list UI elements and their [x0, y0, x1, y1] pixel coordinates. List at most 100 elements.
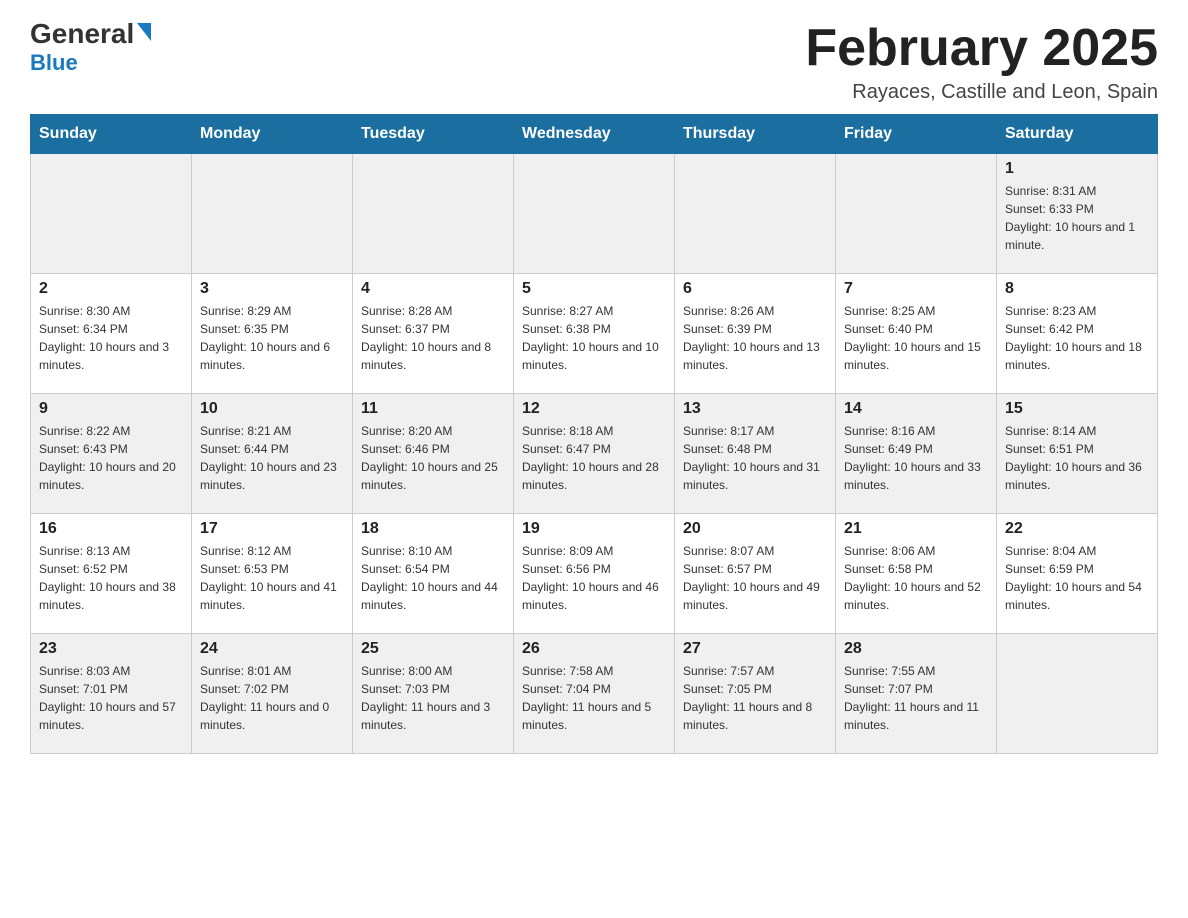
day-info: Sunrise: 8:16 AMSunset: 6:49 PMDaylight:… [844, 422, 988, 494]
day-info: Sunrise: 8:00 AMSunset: 7:03 PMDaylight:… [361, 662, 505, 734]
logo-text-blue: Blue [30, 50, 78, 76]
day-number: 14 [844, 400, 988, 418]
table-row: 14 Sunrise: 8:16 AMSunset: 6:49 PMDayligh… [836, 394, 997, 514]
table-row [997, 634, 1158, 754]
day-info: Sunrise: 8:03 AMSunset: 7:01 PMDaylight:… [39, 662, 183, 734]
table-row: 6Sunrise: 8:26 AMSunset: 6:39 PMDaylight… [675, 274, 836, 394]
calendar-table: Sunday Monday Tuesday Wednesday Thursday… [30, 114, 1158, 754]
day-number: 7 [844, 280, 988, 298]
day-info: Sunrise: 8:06 AMSunset: 6:58 PMDaylight:… [844, 542, 988, 614]
day-number: 19 [522, 520, 666, 538]
table-row: 2 Sunrise: 8:30 AMSunset: 6:34 PMDaylight… [31, 274, 192, 394]
month-title: February 2025 [805, 20, 1158, 77]
table-row [836, 154, 997, 274]
table-row: 26 Sunrise: 7:58 AMSunset: 7:04 PMDayligh… [514, 634, 675, 754]
table-row: 7 Sunrise: 8:25 AMSunset: 6:40 PMDaylight… [836, 274, 997, 394]
logo-text-general: General [30, 20, 134, 48]
table-row: 24 Sunrise: 8:01 AMSunset: 7:02 PMDayligh… [192, 634, 353, 754]
col-thursday: Thursday [675, 115, 836, 154]
table-row: 16Sunrise: 8:13 AMSunset: 6:52 PMDayligh… [31, 514, 192, 634]
table-row: 13 Sunrise: 8:17 AMSunset: 6:48 PMDayligh… [675, 394, 836, 514]
col-tuesday: Tuesday [353, 115, 514, 154]
col-sunday: Sunday [31, 115, 192, 154]
location-label: Rayaces, Castille and Leon, Spain [805, 81, 1158, 104]
table-row: 23 Sunrise: 8:03 AMSunset: 7:01 PMDayligh… [31, 634, 192, 754]
day-info: Sunrise: 8:29 AMSunset: 6:35 PMDaylight:… [200, 302, 344, 374]
day-info: Sunrise: 8:30 AMSunset: 6:34 PMDaylight:… [39, 302, 183, 374]
table-row: 1 Sunrise: 8:31 AMSunset: 6:33 PMDaylight… [997, 154, 1158, 274]
day-number: 22 [1005, 520, 1149, 538]
calendar-week-row: 9 Sunrise: 8:22 AMSunset: 6:43 PMDaylight… [31, 394, 1158, 514]
col-wednesday: Wednesday [514, 115, 675, 154]
day-number: 18 [361, 520, 505, 538]
day-number: 9 [39, 400, 183, 418]
table-row [675, 154, 836, 274]
calendar-week-row: 2 Sunrise: 8:30 AMSunset: 6:34 PMDaylight… [31, 274, 1158, 394]
col-saturday: Saturday [997, 115, 1158, 154]
logo-arrow-icon [137, 23, 151, 41]
day-number: 15 [1005, 400, 1149, 418]
table-row: 9 Sunrise: 8:22 AMSunset: 6:43 PMDaylight… [31, 394, 192, 514]
day-info: Sunrise: 8:01 AMSunset: 7:02 PMDaylight:… [200, 662, 344, 734]
day-info: Sunrise: 8:04 AMSunset: 6:59 PMDaylight:… [1005, 542, 1149, 614]
table-row: 3 Sunrise: 8:29 AMSunset: 6:35 PMDaylight… [192, 274, 353, 394]
table-row [514, 154, 675, 274]
calendar-week-row: 16Sunrise: 8:13 AMSunset: 6:52 PMDayligh… [31, 514, 1158, 634]
day-info: Sunrise: 8:21 AMSunset: 6:44 PMDaylight:… [200, 422, 344, 494]
table-row: 27 Sunrise: 7:57 AMSunset: 7:05 PMDayligh… [675, 634, 836, 754]
table-row: 12 Sunrise: 8:18 AMSunset: 6:47 PMDayligh… [514, 394, 675, 514]
day-number: 23 [39, 640, 183, 658]
day-number: 5 [522, 280, 666, 298]
day-number: 13 [683, 400, 827, 418]
day-info: Sunrise: 8:23 AMSunset: 6:42 PMDaylight:… [1005, 302, 1149, 374]
day-info: Sunrise: 8:25 AMSunset: 6:40 PMDaylight:… [844, 302, 988, 374]
day-info: Sunrise: 8:31 AMSunset: 6:33 PMDaylight:… [1005, 182, 1149, 254]
table-row: 25 Sunrise: 8:00 AMSunset: 7:03 PMDayligh… [353, 634, 514, 754]
table-row: 11Sunrise: 8:20 AMSunset: 6:46 PMDayligh… [353, 394, 514, 514]
table-row: 20Sunrise: 8:07 AMSunset: 6:57 PMDayligh… [675, 514, 836, 634]
day-number: 1 [1005, 160, 1149, 178]
day-info: Sunrise: 7:58 AMSunset: 7:04 PMDaylight:… [522, 662, 666, 734]
day-number: 25 [361, 640, 505, 658]
table-row: 17 Sunrise: 8:12 AMSunset: 6:53 PMDayligh… [192, 514, 353, 634]
table-row: 5Sunrise: 8:27 AMSunset: 6:38 PMDaylight… [514, 274, 675, 394]
day-number: 28 [844, 640, 988, 658]
day-number: 24 [200, 640, 344, 658]
table-row: 18 Sunrise: 8:10 AMSunset: 6:54 PMDayligh… [353, 514, 514, 634]
day-number: 17 [200, 520, 344, 538]
day-info: Sunrise: 8:12 AMSunset: 6:53 PMDaylight:… [200, 542, 344, 614]
day-number: 20 [683, 520, 827, 538]
table-row: 10 Sunrise: 8:21 AMSunset: 6:44 PMDayligh… [192, 394, 353, 514]
day-number: 3 [200, 280, 344, 298]
table-row: 19 Sunrise: 8:09 AMSunset: 6:56 PMDayligh… [514, 514, 675, 634]
day-info: Sunrise: 8:22 AMSunset: 6:43 PMDaylight:… [39, 422, 183, 494]
col-friday: Friday [836, 115, 997, 154]
logo: General Blue [30, 20, 151, 76]
calendar-week-row: 1 Sunrise: 8:31 AMSunset: 6:33 PMDaylight… [31, 154, 1158, 274]
day-number: 8 [1005, 280, 1149, 298]
day-info: Sunrise: 8:17 AMSunset: 6:48 PMDaylight:… [683, 422, 827, 494]
calendar-header-row: Sunday Monday Tuesday Wednesday Thursday… [31, 115, 1158, 154]
day-info: Sunrise: 8:09 AMSunset: 6:56 PMDaylight:… [522, 542, 666, 614]
day-number: 21 [844, 520, 988, 538]
col-monday: Monday [192, 115, 353, 154]
title-section: February 2025 Rayaces, Castille and Leon… [805, 20, 1158, 104]
table-row: 21 Sunrise: 8:06 AMSunset: 6:58 PMDayligh… [836, 514, 997, 634]
day-info: Sunrise: 7:57 AMSunset: 7:05 PMDaylight:… [683, 662, 827, 734]
day-number: 4 [361, 280, 505, 298]
day-number: 26 [522, 640, 666, 658]
day-number: 2 [39, 280, 183, 298]
day-number: 12 [522, 400, 666, 418]
table-row [353, 154, 514, 274]
day-number: 27 [683, 640, 827, 658]
table-row: 4Sunrise: 8:28 AMSunset: 6:37 PMDaylight… [353, 274, 514, 394]
table-row: 8 Sunrise: 8:23 AMSunset: 6:42 PMDaylight… [997, 274, 1158, 394]
day-info: Sunrise: 8:10 AMSunset: 6:54 PMDaylight:… [361, 542, 505, 614]
calendar-week-row: 23 Sunrise: 8:03 AMSunset: 7:01 PMDayligh… [31, 634, 1158, 754]
day-info: Sunrise: 8:26 AMSunset: 6:39 PMDaylight:… [683, 302, 827, 374]
day-number: 10 [200, 400, 344, 418]
day-number: 11 [361, 400, 505, 418]
day-info: Sunrise: 8:14 AMSunset: 6:51 PMDaylight:… [1005, 422, 1149, 494]
day-info: Sunrise: 8:18 AMSunset: 6:47 PMDaylight:… [522, 422, 666, 494]
table-row: 28Sunrise: 7:55 AMSunset: 7:07 PMDayligh… [836, 634, 997, 754]
